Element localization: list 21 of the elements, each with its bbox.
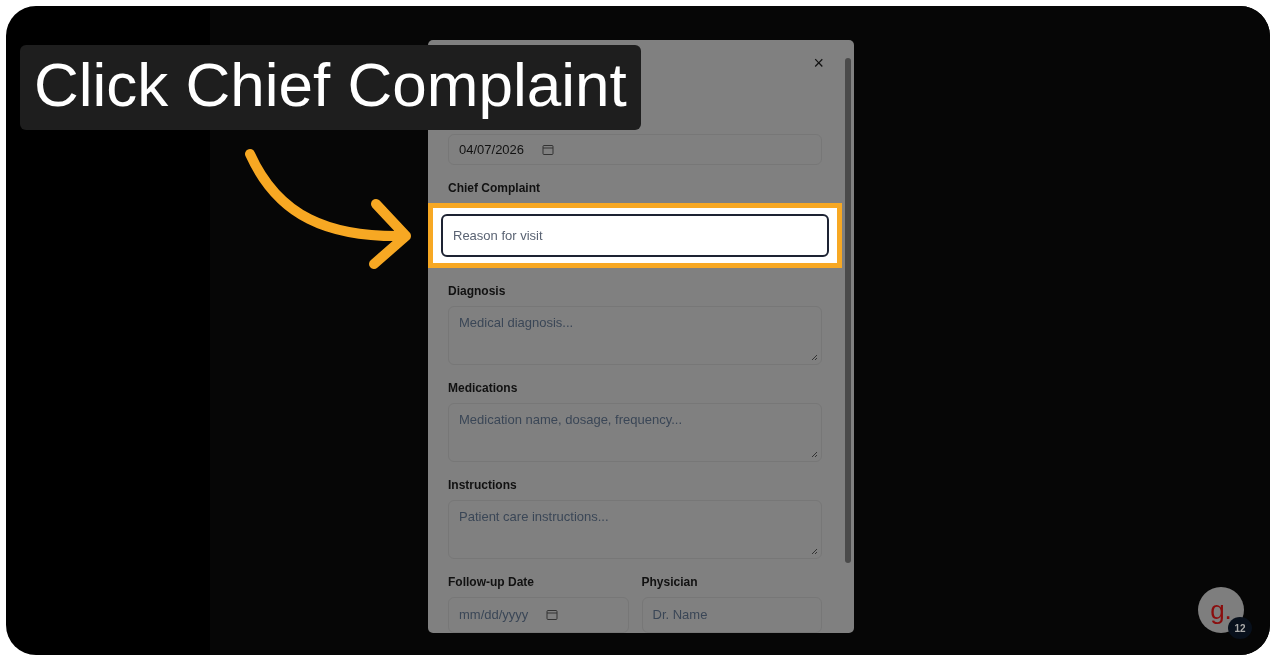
calendar-icon[interactable] [546, 609, 559, 621]
field-label: Follow-up Date [448, 575, 535, 589]
field-label: Instructions [448, 478, 518, 492]
field-label: Medications [448, 381, 519, 395]
field-label: Diagnosis [448, 284, 507, 299]
scrollbar[interactable] [845, 58, 851, 563]
resize-handle-icon[interactable] [811, 548, 818, 555]
field-label: Chief Complaint [448, 181, 541, 196]
resize-handle-icon[interactable] [811, 354, 818, 361]
date-field[interactable]: 04/07/2026 [448, 134, 822, 166]
text-field[interactable]: Reason for visit [441, 214, 829, 258]
field-label: Physician [641, 575, 699, 589]
instruction-caption: Click Chief Complaint [20, 45, 641, 130]
resize-handle-icon[interactable] [811, 451, 818, 458]
text-area[interactable]: Medication name, dosage, frequency... [448, 403, 822, 462]
close-button[interactable]: × [807, 52, 830, 75]
text-field[interactable]: Dr. Name [641, 597, 822, 633]
text-area[interactable]: Patient care instructions... [448, 500, 822, 559]
calendar-icon[interactable] [542, 143, 555, 156]
date-field[interactable]: mm/dd/yyyy [448, 597, 629, 633]
text-area[interactable]: Medical diagnosis... [448, 306, 822, 365]
